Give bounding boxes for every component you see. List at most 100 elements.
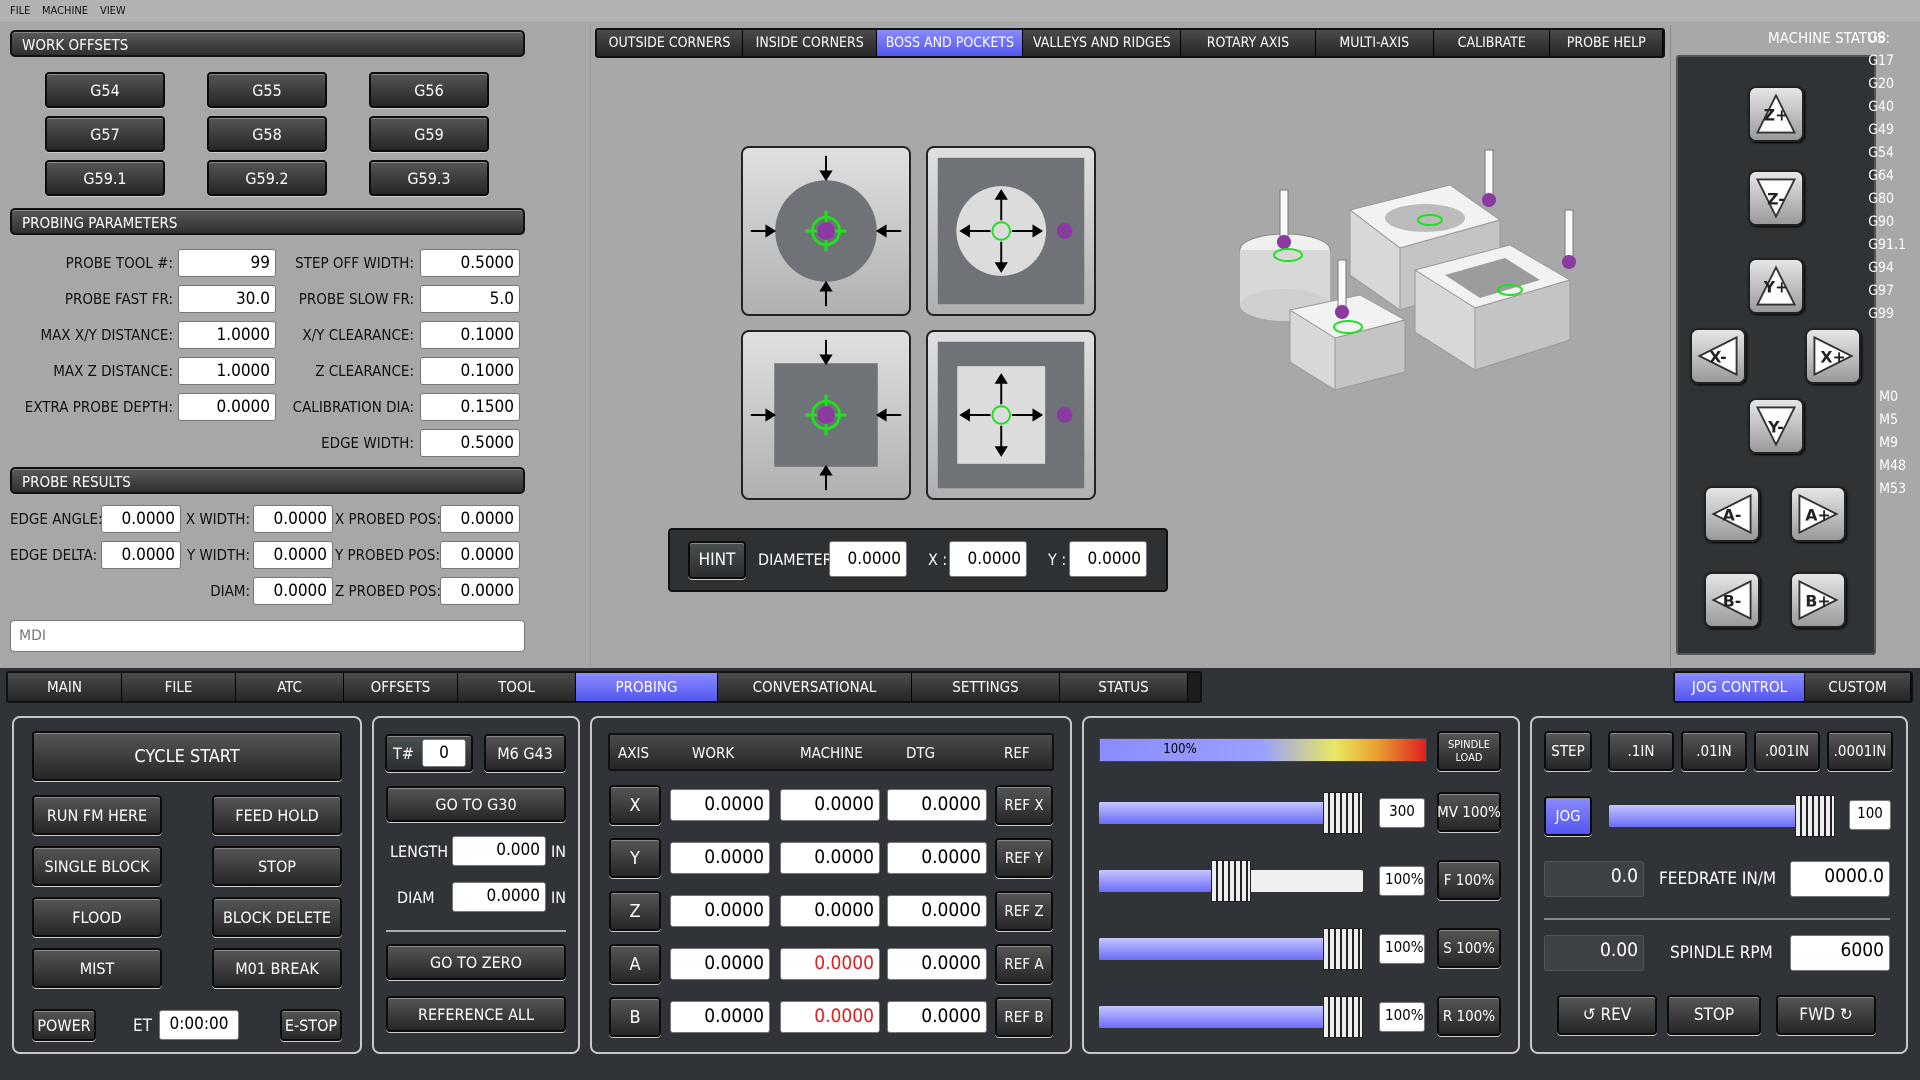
right-tab-1[interactable]: CUSTOM <box>1805 673 1911 701</box>
param-left-field-2[interactable]: 1.0000 <box>178 321 276 349</box>
dro-work-z[interactable]: 0.0000 <box>670 895 770 927</box>
probe-tab-7[interactable]: PROBE HELP <box>1550 30 1663 56</box>
override-value-0[interactable]: 300 <box>1379 798 1425 828</box>
override-reset-1-button[interactable]: F 100% <box>1437 860 1501 900</box>
hint-button[interactable]: HINT <box>688 541 746 579</box>
override-value-3[interactable]: 100% <box>1379 1002 1425 1032</box>
right-tab-0[interactable]: JOG CONTROL <box>1675 673 1805 701</box>
main-tab-conversational[interactable]: CONVERSATIONAL <box>718 673 912 701</box>
override-slider-1[interactable] <box>1099 860 1363 902</box>
probe-tab-3[interactable]: VALLEYS AND RIDGES <box>1023 30 1182 56</box>
tool-diam-field[interactable]: 0.0000 <box>452 882 546 912</box>
dro-work-x[interactable]: 0.0000 <box>670 789 770 821</box>
ref-y-button[interactable]: REF Y <box>995 838 1053 878</box>
feedrate-field[interactable]: 0000.0 <box>1790 861 1890 897</box>
main-tab-settings[interactable]: SETTINGS <box>912 673 1060 701</box>
param-left-field-0[interactable]: 99 <box>178 249 276 277</box>
work-offset-g59-2-button[interactable]: G59.2 <box>207 160 327 196</box>
spindle-rev-button[interactable]: ↺ REV <box>1557 995 1657 1035</box>
ref-x-button[interactable]: REF X <box>995 785 1053 825</box>
work-offset-g59-1-button[interactable]: G59.1 <box>45 160 165 196</box>
ref-z-button[interactable]: REF Z <box>995 891 1053 931</box>
y-field[interactable]: 0.0000 <box>1069 541 1147 577</box>
main-tab-status[interactable]: STATUS <box>1060 673 1188 701</box>
main-tab-probing[interactable]: PROBING <box>576 673 718 701</box>
param-right-field-4[interactable]: 0.1500 <box>420 393 520 421</box>
jog-yminus-button[interactable]: Y- <box>1748 398 1804 454</box>
flood-button[interactable]: FLOOD <box>32 897 162 937</box>
override-reset-0-button[interactable]: MV 100% <box>1437 792 1501 832</box>
slider-handle[interactable] <box>1795 795 1835 837</box>
mdi-input[interactable] <box>10 620 525 652</box>
pocket-rect-image[interactable] <box>926 330 1096 500</box>
ref-a-button[interactable]: REF A <box>995 944 1053 984</box>
main-tab-tool[interactable]: TOOL <box>458 673 576 701</box>
probe-tab-0[interactable]: OUTSIDE CORNERS <box>597 30 744 56</box>
cycle-start-button[interactable]: CYCLE START <box>32 731 342 781</box>
boss-rect-image[interactable] <box>741 330 911 500</box>
work-offset-g57-button[interactable]: G57 <box>45 116 165 152</box>
z-probed-field[interactable]: 0.0000 <box>440 577 520 605</box>
feed-hold-button[interactable]: FEED HOLD <box>212 795 342 835</box>
increment-2-button[interactable]: .001IN <box>1754 731 1820 771</box>
work-offset-g59-3-button[interactable]: G59.3 <box>369 160 489 196</box>
y-width-field[interactable]: 0.0000 <box>253 541 333 569</box>
spindle-stop-button[interactable]: STOP <box>1667 995 1761 1035</box>
single-block-button[interactable]: SINGLE BLOCK <box>32 846 162 886</box>
jog-speed-slider[interactable] <box>1609 795 1835 837</box>
probe-tab-4[interactable]: ROTARY AXIS <box>1181 30 1316 56</box>
jog-aminus-button[interactable]: A- <box>1704 486 1760 542</box>
diameter-field[interactable]: 0.0000 <box>829 541 907 577</box>
spindle-fwd-button[interactable]: FWD ↻ <box>1776 995 1876 1035</box>
jog-speed-value[interactable]: 100 <box>1849 800 1891 830</box>
ref-b-button[interactable]: REF B <box>995 997 1053 1037</box>
diam-field[interactable]: 0.0000 <box>253 577 333 605</box>
go-to-zero-button[interactable]: GO TO ZERO <box>386 944 566 980</box>
pocket-circle-image[interactable] <box>926 146 1096 316</box>
param-right-field-2[interactable]: 0.1000 <box>420 321 520 349</box>
mist-button[interactable]: MIST <box>32 948 162 988</box>
param-left-field-4[interactable]: 0.0000 <box>178 393 276 421</box>
jog-zplus-button[interactable]: Z+ <box>1748 86 1804 142</box>
probe-tab-6[interactable]: CALIBRATE <box>1434 30 1551 56</box>
m6-g43-button[interactable]: M6 G43 <box>484 734 566 772</box>
length-field[interactable]: 0.000 <box>452 836 546 866</box>
slider-handle[interactable] <box>1323 928 1363 970</box>
work-offset-g56-button[interactable]: G56 <box>369 72 489 108</box>
menu-machine[interactable]: MACHINE <box>42 4 88 17</box>
stop-button[interactable]: STOP <box>212 846 342 886</box>
override-value-1[interactable]: 100% <box>1379 866 1425 896</box>
probe-tab-1[interactable]: INSIDE CORNERS <box>743 30 878 56</box>
y-probed-field[interactable]: 0.0000 <box>440 541 520 569</box>
power-button[interactable]: POWER <box>32 1009 96 1041</box>
slider-handle[interactable] <box>1323 996 1363 1038</box>
param-right-field-3[interactable]: 0.1000 <box>420 357 520 385</box>
estop-button[interactable]: E-STOP <box>280 1009 342 1041</box>
main-tab-file[interactable]: FILE <box>122 673 236 701</box>
override-slider-3[interactable] <box>1099 996 1363 1038</box>
main-tab-offsets[interactable]: OFFSETS <box>344 673 458 701</box>
main-tab-atc[interactable]: ATC <box>236 673 344 701</box>
x-probed-field[interactable]: 0.0000 <box>440 505 520 533</box>
spindle-rpm-field[interactable]: 6000 <box>1790 935 1890 971</box>
override-slider-2[interactable] <box>1099 928 1363 970</box>
increment-0-button[interactable]: .1IN <box>1608 731 1674 771</box>
work-offset-g59-button[interactable]: G59 <box>369 116 489 152</box>
menu-view[interactable]: VIEW <box>100 4 126 17</box>
edge-angle-field[interactable]: 0.0000 <box>101 505 181 533</box>
jog-aplus-button[interactable]: A+ <box>1790 486 1846 542</box>
m01-break-button[interactable]: M01 BREAK <box>212 948 342 988</box>
dro-work-b[interactable]: 0.0000 <box>670 1001 770 1033</box>
x-width-field[interactable]: 0.0000 <box>253 505 333 533</box>
x-field[interactable]: 0.0000 <box>949 541 1027 577</box>
run-fm-here-button[interactable]: RUN FM HERE <box>32 795 162 835</box>
jog-bminus-button[interactable]: B- <box>1704 572 1760 628</box>
jog-yplus-button[interactable]: Y+ <box>1748 258 1804 314</box>
dro-work-a[interactable]: 0.0000 <box>670 948 770 980</box>
override-reset-2-button[interactable]: S 100% <box>1437 928 1501 968</box>
slider-handle[interactable] <box>1211 860 1251 902</box>
go-to-g30-button[interactable]: GO TO G30 <box>386 786 566 822</box>
jog-zminus-button[interactable]: Z- <box>1748 170 1804 226</box>
block-delete-button[interactable]: BLOCK DELETE <box>212 897 342 937</box>
increment-1-button[interactable]: .01IN <box>1681 731 1747 771</box>
